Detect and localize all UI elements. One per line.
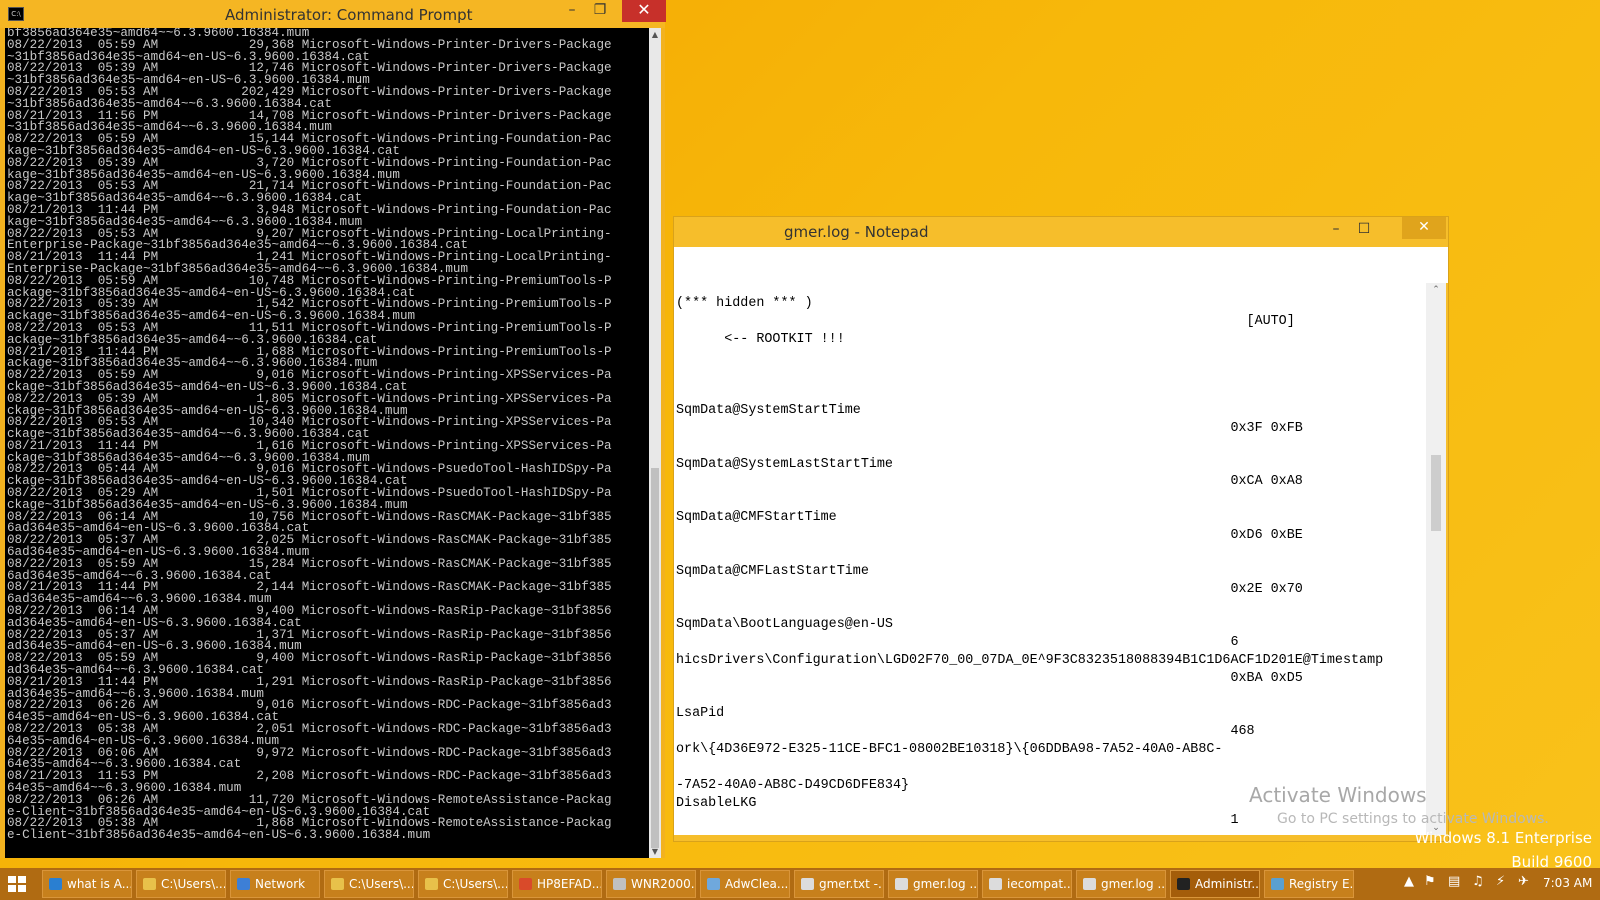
scroll-thumb[interactable] [651, 468, 659, 848]
app-icon [331, 878, 344, 890]
taskbar-button-label: WNR2000... [631, 877, 696, 891]
taskbar-button[interactable]: what is A... [42, 870, 132, 898]
console-text: bf3856ad364e35~amd64~~6.3.9600.16384.mum… [5, 28, 649, 842]
taskbar-button-label: gmer.log ... [1101, 877, 1166, 891]
app-icon [1271, 878, 1284, 890]
network-icon[interactable]: ▤ [1448, 874, 1460, 889]
taskbar-button-label: gmer.txt -... [819, 877, 884, 891]
taskbar-button[interactable]: Registry E... [1264, 870, 1354, 898]
taskbar-button-label: C:\Users\... [349, 877, 414, 891]
app-icon [1177, 878, 1190, 890]
app-icon [1083, 878, 1096, 890]
cmd-window-title: Administrator: Command Prompt [225, 6, 473, 24]
airplane-icon[interactable]: ✈ [1518, 874, 1529, 889]
tray-overflow-icon[interactable]: ▲ [1404, 874, 1414, 889]
taskbar-button[interactable]: AdwClea... [700, 870, 790, 898]
scroll-thumb[interactable] [1431, 455, 1441, 531]
app-icon [801, 878, 814, 890]
taskbar-button[interactable]: Network [230, 870, 320, 898]
app-icon [237, 878, 250, 890]
taskbar-button[interactable]: C:\Users\... [324, 870, 414, 898]
app-icon [49, 878, 62, 890]
restore-button[interactable]: ❐ [586, 0, 614, 22]
app-icon [613, 878, 626, 890]
taskbar-button[interactable]: HP8EFAD... [512, 870, 602, 898]
taskbar: what is A... C:\Users\... Network C:\Users\… [0, 868, 1600, 900]
notepad-window[interactable]: gmer.log - Notepad – ☐ ✕ (*** hidden ***… [673, 216, 1449, 842]
scroll-up-icon[interactable]: ▲ [649, 30, 661, 39]
console-output[interactable]: bf3856ad364e35~amd64~~6.3.9600.16384.mum… [5, 28, 649, 858]
action-center-icon[interactable]: ⚑ [1424, 874, 1436, 889]
cmd-scrollbar[interactable]: ▲ ▼ [649, 28, 661, 858]
app-icon [895, 878, 908, 890]
taskbar-button-label: gmer.log ... [913, 877, 978, 891]
taskbar-button-label: AdwClea... [725, 877, 789, 891]
notepad-menubar[interactable] [674, 247, 1448, 283]
taskbar-button[interactable]: Administr... [1170, 870, 1260, 898]
scroll-up-icon[interactable]: ⌃ [1426, 285, 1446, 295]
windows-edition: Windows 8.1 Enterprise [1414, 829, 1592, 847]
notepad-text: (*** hidden *** ) [AUTO] <-- ROOTKIT !!!… [676, 296, 1384, 829]
volume-icon[interactable]: ♫ [1472, 874, 1484, 889]
app-icon [989, 878, 1002, 890]
app-icon [143, 878, 156, 890]
app-icon [519, 878, 532, 890]
notepad-text-area[interactable]: (*** hidden *** ) [AUTO] <-- ROOTKIT !!!… [674, 283, 1426, 835]
console-line: e-Client~31bf3856ad364e35~amd64~en-US~6.… [7, 828, 431, 843]
taskbar-button[interactable]: gmer.log ... [888, 870, 978, 898]
taskbar-button[interactable]: C:\Users\... [136, 870, 226, 898]
start-button[interactable] [8, 876, 26, 892]
taskbar-button-label: Registry E... [1289, 877, 1354, 891]
clock[interactable]: 7:03 AM [1543, 876, 1592, 890]
app-icon [425, 878, 438, 890]
notepad-scrollbar[interactable]: ⌃ ⌄ [1426, 283, 1446, 835]
taskbar-button[interactable]: gmer.txt -... [794, 870, 884, 898]
activate-windows-heading: Activate Windows [1249, 783, 1427, 807]
taskbar-button-label: Network [255, 877, 306, 891]
minimize-button[interactable]: – [558, 0, 586, 22]
command-prompt-window[interactable]: C:\ Administrator: Command Prompt – ❐ ✕ … [0, 0, 666, 858]
taskbar-button-label: C:\Users\... [443, 877, 508, 891]
maximize-button[interactable]: ☐ [1350, 219, 1378, 241]
taskbar-button[interactable]: C:\Users\... [418, 870, 508, 898]
cmd-titlebar[interactable]: C:\ Administrator: Command Prompt – ❐ ✕ [0, 0, 666, 28]
notepad-window-title: gmer.log - Notepad [784, 223, 929, 241]
power-icon[interactable]: ⚡ [1496, 874, 1505, 889]
taskbar-button-label: Administr... [1195, 877, 1260, 891]
taskbar-button-label: HP8EFAD... [537, 877, 602, 891]
minimize-button[interactable]: – [1322, 219, 1350, 241]
taskbar-button-label: C:\Users\... [161, 877, 226, 891]
taskbar-button-label: what is A... [67, 877, 132, 891]
cmd-app-icon: C:\ [8, 7, 24, 21]
taskbar-button[interactable]: gmer.log ... [1076, 870, 1166, 898]
close-button[interactable]: ✕ [1402, 217, 1446, 239]
scroll-down-icon[interactable]: ▼ [649, 847, 661, 856]
activate-windows-subtext: Go to PC settings to activate Windows. [1277, 811, 1549, 827]
app-icon [707, 878, 720, 890]
taskbar-button[interactable]: iecompat... [982, 870, 1072, 898]
close-button[interactable]: ✕ [622, 0, 666, 22]
taskbar-button-label: iecompat... [1007, 877, 1072, 891]
taskbar-button[interactable]: WNR2000... [606, 870, 696, 898]
